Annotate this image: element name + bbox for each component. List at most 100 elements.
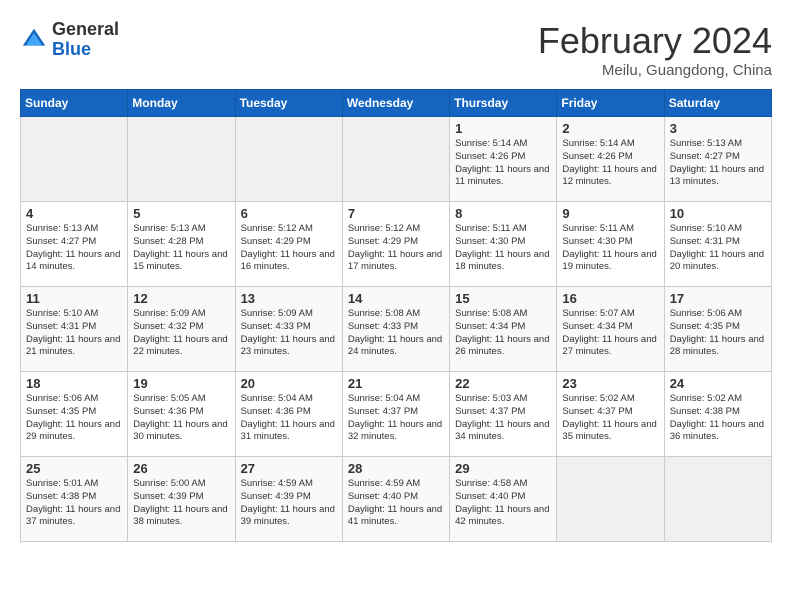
day-info: Sunrise: 5:02 AM Sunset: 4:38 PM Dayligh…	[670, 393, 766, 444]
day-number: 27	[241, 461, 337, 476]
day-cell: 11 Sunrise: 5:10 AM Sunset: 4:31 PM Dayli…	[21, 287, 128, 372]
day-cell: 21Sunrise: 5:04 AM Sunset: 4:37 PM Dayli…	[342, 372, 449, 457]
day-cell: 19 Sunrise: 5:05 AM Sunset: 4:36 PM Dayli…	[128, 372, 235, 457]
day-number: 8	[455, 206, 551, 221]
day-number: 16	[562, 291, 658, 306]
day-cell: 6Sunrise: 5:12 AM Sunset: 4:29 PM Daylig…	[235, 202, 342, 287]
day-number: 28	[348, 461, 444, 476]
day-info: Sunrise: 4:58 AM Sunset: 4:40 PM Dayligh…	[455, 478, 551, 529]
logo: General Blue	[20, 20, 119, 60]
day-cell: 7 Sunrise: 5:12 AM Sunset: 4:29 PM Daylig…	[342, 202, 449, 287]
week-row-4: 18 Sunrise: 5:06 AM Sunset: 4:35 PM Dayli…	[21, 372, 772, 457]
day-number: 19	[133, 376, 229, 391]
day-number: 21	[348, 376, 444, 391]
day-number: 11	[26, 291, 122, 306]
header-cell-tuesday: Tuesday	[235, 90, 342, 117]
day-cell: 4 Sunrise: 5:13 AM Sunset: 4:27 PM Daylig…	[21, 202, 128, 287]
week-row-2: 4 Sunrise: 5:13 AM Sunset: 4:27 PM Daylig…	[21, 202, 772, 287]
day-info: Sunrise: 5:01 AM Sunset: 4:38 PM Dayligh…	[26, 478, 122, 529]
day-info: Sunrise: 5:09 AM Sunset: 4:33 PM Dayligh…	[241, 308, 337, 359]
title-section: February 2024 Meilu, Guangdong, China	[538, 20, 772, 79]
day-number: 20	[241, 376, 337, 391]
day-info: Sunrise: 5:13 AM Sunset: 4:27 PM Dayligh…	[26, 223, 122, 274]
day-cell	[557, 457, 664, 542]
day-cell: 17 Sunrise: 5:06 AM Sunset: 4:35 PM Dayli…	[664, 287, 771, 372]
day-number: 1	[455, 121, 551, 136]
day-info: Sunrise: 5:08 AM Sunset: 4:33 PM Dayligh…	[348, 308, 444, 359]
day-cell	[342, 117, 449, 202]
day-cell: 18 Sunrise: 5:06 AM Sunset: 4:35 PM Dayli…	[21, 372, 128, 457]
day-info: Sunrise: 4:59 AM Sunset: 4:39 PM Dayligh…	[241, 478, 337, 529]
week-row-5: 25 Sunrise: 5:01 AM Sunset: 4:38 PM Dayli…	[21, 457, 772, 542]
day-info: Sunrise: 5:10 AM Sunset: 4:31 PM Dayligh…	[670, 223, 766, 274]
day-info: Sunrise: 5:13 AM Sunset: 4:27 PM Dayligh…	[670, 138, 766, 189]
day-cell: 12Sunrise: 5:09 AM Sunset: 4:32 PM Dayli…	[128, 287, 235, 372]
day-info: Sunrise: 5:14 AM Sunset: 4:26 PM Dayligh…	[455, 138, 551, 189]
day-cell: 23 Sunrise: 5:02 AM Sunset: 4:37 PM Dayli…	[557, 372, 664, 457]
day-cell: 24 Sunrise: 5:02 AM Sunset: 4:38 PM Dayli…	[664, 372, 771, 457]
calendar-table: SundayMondayTuesdayWednesdayThursdayFrid…	[20, 89, 772, 542]
header-cell-thursday: Thursday	[450, 90, 557, 117]
day-number: 26	[133, 461, 229, 476]
day-info: Sunrise: 5:07 AM Sunset: 4:34 PM Dayligh…	[562, 308, 658, 359]
day-info: Sunrise: 5:08 AM Sunset: 4:34 PM Dayligh…	[455, 308, 551, 359]
day-number: 29	[455, 461, 551, 476]
day-number: 23	[562, 376, 658, 391]
day-cell	[128, 117, 235, 202]
day-number: 9	[562, 206, 658, 221]
header-cell-monday: Monday	[128, 90, 235, 117]
day-cell: 5 Sunrise: 5:13 AM Sunset: 4:28 PM Daylig…	[128, 202, 235, 287]
day-cell: 28 Sunrise: 4:59 AM Sunset: 4:40 PM Dayli…	[342, 457, 449, 542]
day-cell: 13 Sunrise: 5:09 AM Sunset: 4:33 PM Dayli…	[235, 287, 342, 372]
day-info: Sunrise: 5:11 AM Sunset: 4:30 PM Dayligh…	[562, 223, 658, 274]
day-number: 7	[348, 206, 444, 221]
day-number: 5	[133, 206, 229, 221]
day-info: Sunrise: 5:11 AM Sunset: 4:30 PM Dayligh…	[455, 223, 551, 274]
day-info: Sunrise: 5:14 AM Sunset: 4:26 PM Dayligh…	[562, 138, 658, 189]
day-cell: 27 Sunrise: 4:59 AM Sunset: 4:39 PM Dayli…	[235, 457, 342, 542]
page-header: General Blue February 2024 Meilu, Guangd…	[20, 20, 772, 79]
day-number: 14	[348, 291, 444, 306]
day-cell	[235, 117, 342, 202]
day-cell: 1 Sunrise: 5:14 AM Sunset: 4:26 PM Daylig…	[450, 117, 557, 202]
day-cell: 29 Sunrise: 4:58 AM Sunset: 4:40 PM Dayli…	[450, 457, 557, 542]
day-cell	[664, 457, 771, 542]
day-number: 24	[670, 376, 766, 391]
header-cell-wednesday: Wednesday	[342, 90, 449, 117]
header-cell-saturday: Saturday	[664, 90, 771, 117]
day-number: 17	[670, 291, 766, 306]
day-cell: 25 Sunrise: 5:01 AM Sunset: 4:38 PM Dayli…	[21, 457, 128, 542]
day-number: 13	[241, 291, 337, 306]
day-number: 3	[670, 121, 766, 136]
day-cell: 14 Sunrise: 5:08 AM Sunset: 4:33 PM Dayli…	[342, 287, 449, 372]
day-number: 22	[455, 376, 551, 391]
day-info: Sunrise: 5:06 AM Sunset: 4:35 PM Dayligh…	[670, 308, 766, 359]
logo-general-text: General	[52, 20, 119, 40]
day-info: Sunrise: 4:59 AM Sunset: 4:40 PM Dayligh…	[348, 478, 444, 529]
day-cell: 2 Sunrise: 5:14 AM Sunset: 4:26 PM Daylig…	[557, 117, 664, 202]
logo-icon	[20, 26, 48, 54]
day-cell: 16 Sunrise: 5:07 AM Sunset: 4:34 PM Dayli…	[557, 287, 664, 372]
day-cell: 3 Sunrise: 5:13 AM Sunset: 4:27 PM Daylig…	[664, 117, 771, 202]
week-row-1: 1 Sunrise: 5:14 AM Sunset: 4:26 PM Daylig…	[21, 117, 772, 202]
header-row: SundayMondayTuesdayWednesdayThursdayFrid…	[21, 90, 772, 117]
day-info: Sunrise: 5:13 AM Sunset: 4:28 PM Dayligh…	[133, 223, 229, 274]
day-info: Sunrise: 5:02 AM Sunset: 4:37 PM Dayligh…	[562, 393, 658, 444]
day-number: 25	[26, 461, 122, 476]
logo-text: General Blue	[52, 20, 119, 60]
day-cell: 26Sunrise: 5:00 AM Sunset: 4:39 PM Dayli…	[128, 457, 235, 542]
day-number: 4	[26, 206, 122, 221]
day-cell	[21, 117, 128, 202]
day-info: Sunrise: 5:05 AM Sunset: 4:36 PM Dayligh…	[133, 393, 229, 444]
day-info: Sunrise: 5:03 AM Sunset: 4:37 PM Dayligh…	[455, 393, 551, 444]
header-cell-friday: Friday	[557, 90, 664, 117]
day-info: Sunrise: 5:10 AM Sunset: 4:31 PM Dayligh…	[26, 308, 122, 359]
day-info: Sunrise: 5:04 AM Sunset: 4:36 PM Dayligh…	[241, 393, 337, 444]
day-info: Sunrise: 5:12 AM Sunset: 4:29 PM Dayligh…	[348, 223, 444, 274]
day-number: 18	[26, 376, 122, 391]
day-number: 10	[670, 206, 766, 221]
day-cell: 15Sunrise: 5:08 AM Sunset: 4:34 PM Dayli…	[450, 287, 557, 372]
day-number: 2	[562, 121, 658, 136]
day-cell: 9 Sunrise: 5:11 AM Sunset: 4:30 PM Daylig…	[557, 202, 664, 287]
day-info: Sunrise: 5:06 AM Sunset: 4:35 PM Dayligh…	[26, 393, 122, 444]
